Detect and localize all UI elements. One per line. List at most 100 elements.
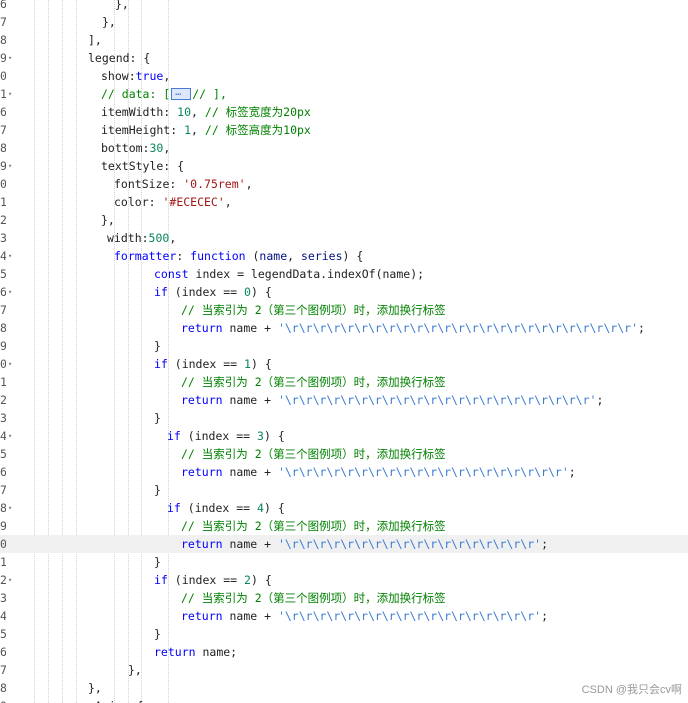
code-token: ) {	[263, 501, 285, 515]
fold-toggle-icon[interactable]: ▾	[8, 283, 12, 301]
code-token: (name);	[375, 267, 425, 281]
code-token: }	[154, 339, 161, 353]
code-line[interactable]: 2 ▾ if (index == 2) {	[0, 571, 688, 589]
code-token: (	[245, 249, 260, 263]
code-line[interactable]: 5}	[0, 625, 688, 643]
code-line[interactable]: 7},	[0, 13, 688, 31]
line-number: 5	[0, 627, 6, 641]
code-token: ,	[163, 141, 171, 155]
code-token: ,	[191, 105, 205, 119]
code-line[interactable]: 7 itemHeight: 1, // 标签高度为10px	[0, 121, 688, 139]
code-line[interactable]: 7 // 当索引为 2（第三个图例项）时，添加换行标签	[0, 301, 688, 319]
code-content: }	[154, 337, 161, 355]
code-content: }	[154, 625, 161, 643]
code-content: },	[115, 0, 129, 13]
fold-toggle-icon[interactable]: ▾	[8, 499, 12, 517]
code-token: ) {	[263, 429, 285, 443]
fold-toggle-icon[interactable]: ▾	[8, 157, 12, 175]
code-content: itemWidth: 10, // 标签宽度为20px	[101, 103, 311, 121]
line-number: 7	[0, 303, 6, 317]
code-token: textStyle: {	[101, 159, 185, 173]
code-line[interactable]: 1 color: '#ECECEC',	[0, 193, 688, 211]
code-line[interactable]: 1▾ // data: [// ],	[0, 84, 688, 103]
code-line[interactable]: 1}	[0, 553, 688, 571]
code-line[interactable]: 0 fontSize: '0.75rem',	[0, 175, 688, 193]
fold-toggle-icon[interactable]: ▾	[8, 49, 12, 67]
code-token: ;	[541, 537, 548, 551]
fold-toggle-icon[interactable]: ▾	[8, 247, 12, 265]
code-token: name;	[195, 645, 238, 659]
fold-toggle-icon[interactable]: ▾	[8, 85, 12, 103]
code-content: }	[154, 553, 161, 571]
code-token: 1	[184, 123, 192, 137]
line-number: 6	[0, 645, 6, 659]
fold-toggle-icon[interactable]: ▾	[8, 355, 12, 373]
line-number: 7	[0, 663, 6, 677]
code-line[interactable]: 6 return name;	[0, 643, 688, 661]
code-line[interactable]: 8 return name + '\r\r\r\r\r\r\r\r\r\r\r\r…	[0, 319, 688, 337]
code-line[interactable]: 4 return name + '\r\r\r\r\r\r\r\r\r\r\r\r…	[0, 607, 688, 625]
code-line[interactable]: 4 ▾ formatter: function (name, series) {	[0, 247, 688, 265]
code-token: if	[154, 573, 168, 587]
code-token: // 当索引为 2（第三个图例项）时，添加换行标签	[181, 303, 446, 317]
fold-toggle-icon[interactable]: ▾	[8, 427, 12, 445]
code-content: },	[101, 211, 115, 229]
code-token: function	[190, 249, 246, 263]
fold-toggle-icon[interactable]: ▾	[8, 571, 12, 589]
code-token: (index ==	[167, 573, 245, 587]
code-token: itemWidth:	[101, 105, 178, 119]
code-line[interactable]: 9}	[0, 337, 688, 355]
code-token: }	[154, 555, 161, 569]
code-line[interactable]: 7}	[0, 481, 688, 499]
code-line[interactable]: 4 ▾ if (index == 3) {	[0, 427, 688, 445]
code-line[interactable]: 1 // 当索引为 2（第三个图例项）时，添加换行标签	[0, 373, 688, 391]
code-token: if	[154, 357, 168, 371]
code-line[interactable]: 9 // 当索引为 2（第三个图例项）时，添加换行标签	[0, 517, 688, 535]
code-token: fontSize:	[114, 177, 184, 191]
code-line[interactable]: 0 show:true,	[0, 67, 688, 85]
code-line[interactable]: 2 return name + '\r\r\r\r\r\r\r\r\r\r\r\r…	[0, 391, 688, 409]
code-line[interactable]: 5 // 当索引为 2（第三个图例项）时，添加换行标签	[0, 445, 688, 463]
code-token: },	[102, 15, 116, 29]
code-line[interactable]: 9 ▾ legend: {	[0, 49, 688, 67]
code-token: if	[167, 501, 181, 515]
code-token: return	[181, 537, 223, 551]
code-line[interactable]: 6 ▾ if (index == 0) {	[0, 283, 688, 301]
code-line[interactable]: 8],	[0, 31, 688, 49]
code-content: // 当索引为 2（第三个图例项）时，添加换行标签	[181, 589, 446, 607]
code-content: return name;	[154, 643, 237, 661]
code-line[interactable]: 7},	[0, 661, 688, 679]
code-token: // ],	[192, 87, 227, 101]
code-token: return	[181, 393, 223, 407]
code-line[interactable]: 3 // 当索引为 2（第三个图例项）时，添加换行标签	[0, 589, 688, 607]
code-token: \r\r\r\r\r\r\r\r\r\r\r\r\r\r\r\r\r\r\r\r…	[284, 321, 632, 335]
code-line[interactable]: 5 const index = legendData.indexOf(name);	[0, 265, 688, 283]
code-line[interactable]: 2},	[0, 211, 688, 229]
collapsed-fold-icon[interactable]	[171, 84, 192, 102]
code-token: return	[181, 321, 223, 335]
code-line[interactable]: 0 return name + '\r\r\r\r\r\r\r\r\r\r\r\r…	[0, 535, 688, 553]
code-token: name +	[222, 609, 278, 623]
code-content: if (index == 3) {	[167, 427, 285, 445]
code-line[interactable]: 8 ▾ if (index == 4) {	[0, 499, 688, 517]
code-content: if (index == 2) {	[154, 571, 272, 589]
line-number: 8	[0, 141, 6, 155]
code-token: const	[154, 267, 189, 281]
code-line[interactable]: 3 width:500,	[0, 229, 688, 247]
code-line[interactable]: 8 bottom:30,	[0, 139, 688, 157]
code-line[interactable]: 6 return name + '\r\r\r\r\r\r\r\r\r\r\r\r…	[0, 463, 688, 481]
code-line[interactable]: 6},	[0, 0, 688, 13]
code-content: return name + '\r\r\r\r\r\r\r\r\r\r\r\r\…	[181, 391, 603, 409]
line-number: 0	[0, 537, 6, 551]
code-line[interactable]: 9 ▾ textStyle: {	[0, 157, 688, 175]
code-line[interactable]: 9 xAxis: {	[0, 697, 688, 703]
code-token: ,	[245, 177, 253, 191]
code-line[interactable]: 6 itemWidth: 10, // 标签宽度为20px	[0, 103, 688, 121]
code-token: index = legendData.	[188, 267, 328, 281]
code-line[interactable]: 3}	[0, 409, 688, 427]
code-editor[interactable]: 6}, 7}, 8], 9 ▾ legend: {0 show:true, 1 ▾// data…	[0, 0, 688, 703]
code-token: (index ==	[180, 501, 258, 515]
code-token: itemHeight:	[101, 123, 185, 137]
code-line[interactable]: 0 ▾ if (index == 1) {	[0, 355, 688, 373]
code-token: },	[128, 663, 142, 677]
